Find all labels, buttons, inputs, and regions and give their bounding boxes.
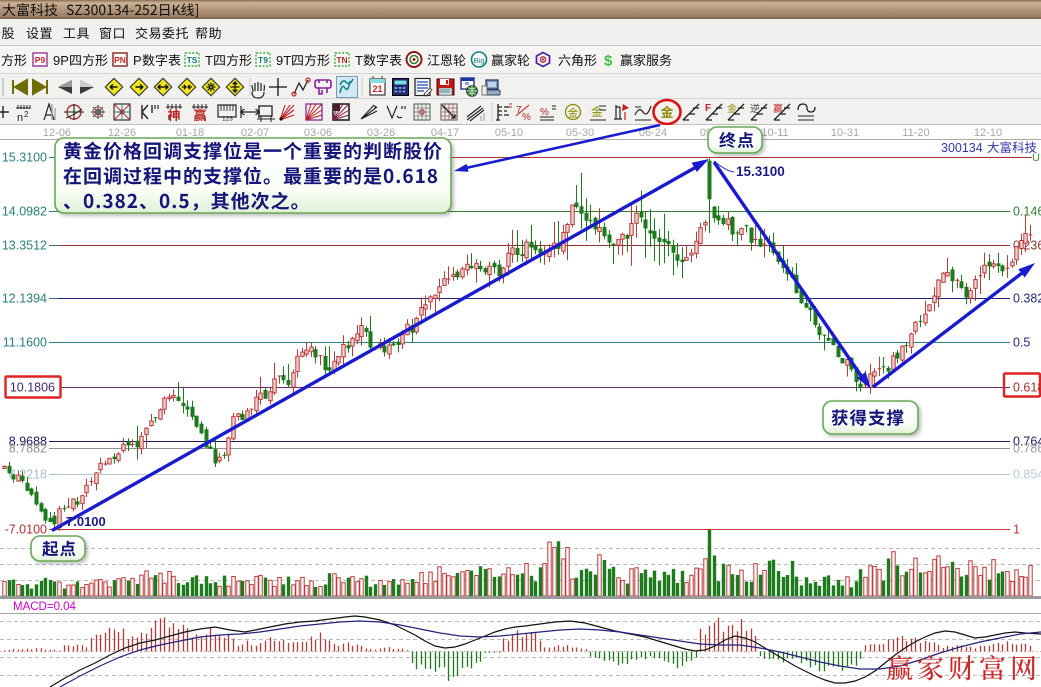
svg-text:0.618: 0.618 xyxy=(1013,381,1041,395)
svg-text:05-10: 05-10 xyxy=(495,127,523,139)
svg-text:P9: P9 xyxy=(35,55,46,65)
svg-text:12-10: 12-10 xyxy=(974,127,1002,139)
svg-text:12.1394: 12.1394 xyxy=(2,292,47,306)
svg-text:TN: TN xyxy=(336,55,347,65)
svg-text:TS: TS xyxy=(187,55,198,65)
svg-text:P: P xyxy=(133,53,142,68)
svg-text:11.1600: 11.1600 xyxy=(3,336,47,350)
svg-text:0.146: 0.146 xyxy=(1013,205,1041,219)
svg-text:0.5: 0.5 xyxy=(1013,336,1030,350)
svg-text:0.854: 0.854 xyxy=(1013,468,1041,482)
svg-text:9P: 9P xyxy=(53,53,69,68)
svg-text:10-31: 10-31 xyxy=(831,127,859,139)
svg-text:300134: 300134 xyxy=(941,141,983,155)
svg-text:0.382: 0.382 xyxy=(1013,292,1041,306)
svg-text:-7.0100: -7.0100 xyxy=(5,523,47,537)
svg-text:123: 123 xyxy=(222,116,233,123)
svg-text:PN: PN xyxy=(114,55,126,65)
svg-text:21: 21 xyxy=(372,84,382,94)
svg-text:%: % xyxy=(540,107,549,118)
svg-text:15.3100: 15.3100 xyxy=(736,164,785,179)
svg-text:14.0982: 14.0982 xyxy=(2,205,47,219)
svg-text:T9: T9 xyxy=(258,55,268,65)
svg-text:MACD=0.04: MACD=0.04 xyxy=(13,601,77,613)
svg-text:9T: 9T xyxy=(276,53,291,68)
svg-text:05-30: 05-30 xyxy=(566,127,594,139)
svg-text:n: n xyxy=(17,112,23,124)
svg-text:U: U xyxy=(1032,152,1040,164)
svg-text:$: $ xyxy=(604,53,613,70)
svg-text:7.0100: 7.0100 xyxy=(66,514,106,529)
svg-text:%: % xyxy=(522,112,531,123)
svg-text:1: 1 xyxy=(1013,523,1020,537)
svg-text:15.3100: 15.3100 xyxy=(2,151,47,165)
svg-text:0.786: 0.786 xyxy=(1013,442,1041,456)
svg-text:F: F xyxy=(705,103,711,114)
svg-text:11-20: 11-20 xyxy=(902,127,929,139)
svg-text:T: T xyxy=(205,53,213,68)
svg-text:Big: Big xyxy=(474,56,485,65)
svg-text:10-11: 10-11 xyxy=(761,127,788,139)
svg-text:8.7882: 8.7882 xyxy=(9,442,47,456)
svg-text:13.3512: 13.3512 xyxy=(2,239,47,253)
svg-text:10.1806: 10.1806 xyxy=(10,381,55,395)
svg-text:2: 2 xyxy=(24,110,29,119)
svg-text:T: T xyxy=(355,53,363,68)
